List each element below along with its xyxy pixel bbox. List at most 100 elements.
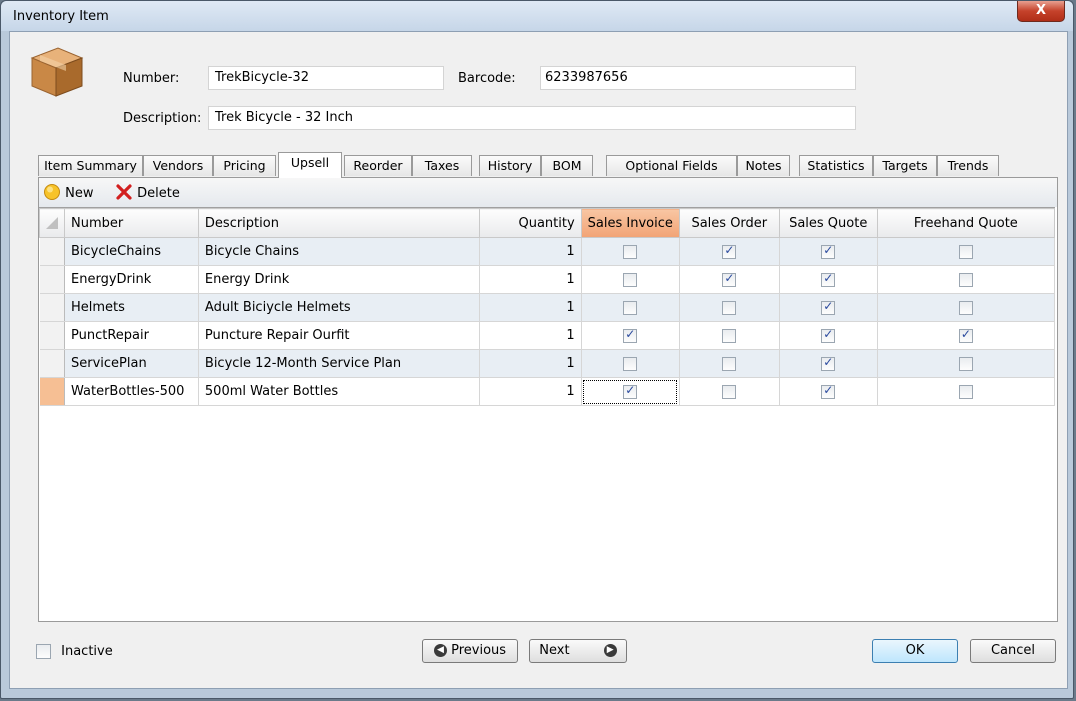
row-header[interactable]	[39, 349, 65, 378]
sales-quote-checkbox[interactable]	[821, 327, 836, 343]
cell-sales-invoice[interactable]	[581, 265, 680, 294]
cell-number[interactable]: WaterBottles-500	[64, 377, 199, 406]
sales-order-checkbox[interactable]	[722, 384, 737, 399]
cell-freehand-quote[interactable]	[877, 377, 1056, 406]
sales-invoice-checkbox[interactable]	[623, 300, 638, 315]
table-row[interactable]: WaterBottles-500 500ml Water Bottles 1	[39, 377, 1056, 406]
table-row[interactable]: BicycleChains Bicycle Chains 1	[39, 237, 1056, 266]
sales-quote-checkbox[interactable]	[821, 299, 836, 315]
tab-history[interactable]: History	[479, 155, 541, 176]
new-button[interactable]: New	[43, 183, 94, 203]
tab-optional-fields[interactable]: Optional Fields	[606, 155, 737, 176]
cell-sales-quote[interactable]	[779, 237, 878, 266]
sales-invoice-checkbox[interactable]	[623, 327, 638, 343]
cell-number[interactable]: Helmets	[64, 293, 199, 322]
tab-upsell[interactable]: Upsell	[278, 152, 342, 178]
cell-number[interactable]: EnergyDrink	[64, 265, 199, 294]
tab-notes[interactable]: Notes	[737, 155, 790, 176]
tab-trends[interactable]: Trends	[937, 155, 999, 176]
freehand-quote-checkbox[interactable]	[958, 356, 973, 371]
cell-description[interactable]: 500ml Water Bottles	[198, 377, 481, 406]
cell-sales-quote[interactable]	[779, 293, 878, 322]
cancel-button[interactable]: Cancel	[970, 639, 1056, 663]
table-row[interactable]: PunctRepair Puncture Repair Ourfit 1	[39, 321, 1056, 350]
cell-number[interactable]: BicycleChains	[64, 237, 199, 266]
cell-sales-invoice[interactable]	[581, 349, 680, 378]
cell-description[interactable]: Puncture Repair Ourfit	[198, 321, 481, 350]
sales-order-checkbox[interactable]	[722, 271, 737, 287]
cell-quantity[interactable]: 1	[479, 349, 582, 378]
cell-sales-order[interactable]	[679, 293, 780, 322]
sales-order-checkbox[interactable]	[722, 356, 737, 371]
cell-quantity[interactable]: 1	[479, 293, 582, 322]
cell-number[interactable]: PunctRepair	[64, 321, 199, 350]
inactive-checkbox-group[interactable]: Inactive	[36, 644, 113, 659]
next-button[interactable]: Next ▶	[529, 639, 627, 663]
column-header-sales-quote[interactable]: Sales Quote	[778, 208, 878, 238]
column-header-number[interactable]: Number	[64, 208, 199, 238]
cell-freehand-quote[interactable]	[877, 293, 1056, 322]
sales-quote-checkbox[interactable]	[821, 271, 836, 287]
cell-freehand-quote[interactable]	[877, 349, 1056, 378]
tab-taxes[interactable]: Taxes	[412, 155, 472, 176]
sales-quote-checkbox[interactable]	[821, 383, 836, 399]
row-header[interactable]	[39, 293, 65, 322]
cell-sales-quote[interactable]	[779, 377, 878, 406]
cell-sales-invoice[interactable]	[581, 237, 680, 266]
freehand-quote-checkbox[interactable]	[958, 327, 973, 343]
cell-sales-invoice[interactable]	[581, 321, 680, 350]
cell-freehand-quote[interactable]	[877, 237, 1056, 266]
cell-description[interactable]: Bicycle Chains	[198, 237, 481, 266]
cell-description[interactable]: Adult Biciycle Helmets	[198, 293, 481, 322]
row-header[interactable]	[39, 377, 65, 406]
cell-sales-invoice[interactable]	[581, 293, 680, 322]
freehand-quote-checkbox[interactable]	[958, 272, 973, 287]
inactive-checkbox[interactable]	[36, 644, 51, 659]
cell-sales-quote[interactable]	[779, 265, 878, 294]
table-row[interactable]: Helmets Adult Biciycle Helmets 1	[39, 293, 1056, 322]
previous-button[interactable]: ◀ Previous	[422, 639, 518, 663]
freehand-quote-checkbox[interactable]	[958, 384, 973, 399]
tab-pricing[interactable]: Pricing	[213, 155, 276, 176]
table-row[interactable]: ServicePlan Bicycle 12-Month Service Plan…	[39, 349, 1056, 378]
column-header-sales-order[interactable]: Sales Order	[678, 208, 780, 238]
cell-description[interactable]: Bicycle 12-Month Service Plan	[198, 349, 481, 378]
delete-button[interactable]: Delete	[115, 183, 180, 203]
sales-invoice-checkbox[interactable]	[623, 383, 638, 399]
row-header[interactable]	[39, 321, 65, 350]
sales-order-checkbox[interactable]	[722, 243, 737, 259]
close-button[interactable]: X	[1017, 1, 1065, 22]
description-field[interactable]: Trek Bicycle - 32 Inch	[208, 106, 856, 130]
sales-quote-checkbox[interactable]	[821, 243, 836, 259]
cell-sales-quote[interactable]	[779, 321, 878, 350]
freehand-quote-checkbox[interactable]	[958, 300, 973, 315]
sales-invoice-checkbox[interactable]	[623, 272, 638, 287]
cell-quantity[interactable]: 1	[479, 377, 582, 406]
tab-item-summary[interactable]: Item Summary	[38, 155, 143, 176]
cell-quantity[interactable]: 1	[479, 237, 582, 266]
barcode-field[interactable]: 6233987656	[540, 66, 856, 90]
cell-description[interactable]: Energy Drink	[198, 265, 481, 294]
cell-freehand-quote[interactable]	[877, 321, 1056, 350]
tab-targets[interactable]: Targets	[873, 155, 937, 176]
cell-freehand-quote[interactable]	[877, 265, 1056, 294]
sales-order-checkbox[interactable]	[722, 328, 737, 343]
select-all-corner[interactable]	[39, 208, 65, 238]
tab-vendors[interactable]: Vendors	[143, 155, 213, 176]
freehand-quote-checkbox[interactable]	[958, 244, 973, 259]
row-header[interactable]	[39, 237, 65, 266]
tab-reorder[interactable]: Reorder	[344, 155, 412, 176]
sales-quote-checkbox[interactable]	[821, 355, 836, 371]
table-row[interactable]: EnergyDrink Energy Drink 1	[39, 265, 1056, 294]
number-field[interactable]: TrekBicycle-32	[208, 66, 444, 90]
ok-button[interactable]: OK	[872, 639, 958, 663]
cell-number[interactable]: ServicePlan	[64, 349, 199, 378]
cell-sales-order[interactable]	[679, 265, 780, 294]
tab-statistics[interactable]: Statistics	[799, 155, 873, 176]
cell-sales-order[interactable]	[679, 377, 780, 406]
row-header[interactable]	[39, 265, 65, 294]
cell-sales-order[interactable]	[679, 321, 780, 350]
cell-sales-order[interactable]	[679, 349, 780, 378]
cell-sales-quote[interactable]	[779, 349, 878, 378]
tab-bom[interactable]: BOM	[541, 155, 593, 176]
